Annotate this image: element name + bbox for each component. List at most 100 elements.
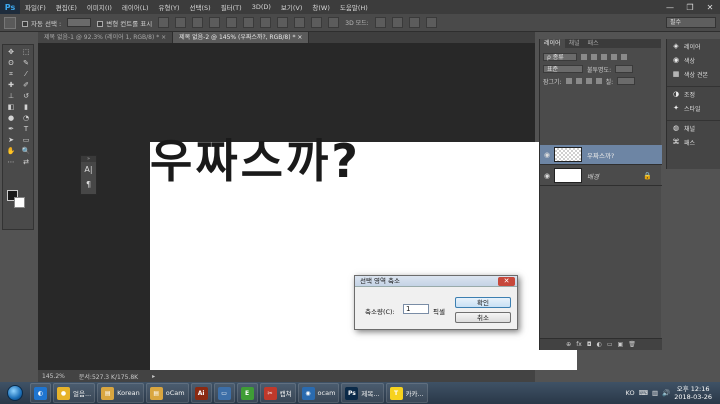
swap-colors-icon[interactable]: ⇄ <box>20 157 32 167</box>
clone-stamp-tool-icon[interactable]: ⊥ <box>5 91 17 101</box>
taskbar-item[interactable]: T 카카... <box>385 383 428 403</box>
link-layers-icon[interactable]: ⊕ <box>566 341 571 348</box>
new-group-icon[interactable]: ▭ <box>607 341 613 348</box>
workspace-select[interactable]: 필수 <box>666 17 716 28</box>
filter-type-icon[interactable] <box>601 54 607 60</box>
align-left-button[interactable] <box>209 17 221 28</box>
distribute-center-button[interactable] <box>328 17 340 28</box>
pen-tool-icon[interactable]: ✒ <box>5 124 17 134</box>
zoom-tool-icon[interactable]: 🔍 <box>20 146 32 156</box>
tab-document-2[interactable]: 제목 없음-2 @ 145% (우짜스까?, RGB/8) * × <box>173 32 310 43</box>
layer-style-icon[interactable]: fx <box>576 341 582 348</box>
filter-adjustment-icon[interactable] <box>591 54 597 60</box>
eyedropper-tool-icon[interactable]: ⁄ <box>20 69 32 79</box>
menu-select[interactable]: 선택(S) <box>185 2 216 12</box>
dock-channels[interactable]: ◍ 채널 <box>667 121 720 135</box>
move-tool-icon[interactable] <box>4 16 16 29</box>
layer-kind-filter[interactable]: ρ 종류 <box>543 53 577 61</box>
menu-filter[interactable]: 필터(T) <box>216 2 247 12</box>
distribute-middle-button[interactable] <box>277 17 289 28</box>
blend-mode-select[interactable]: 표준 <box>543 65 583 73</box>
align-bottom-button[interactable] <box>192 17 204 28</box>
taskbar-item[interactable]: E <box>236 383 258 403</box>
filter-pixel-icon[interactable] <box>581 54 587 60</box>
dodge-tool-icon[interactable]: ◔ <box>20 113 32 123</box>
background-color-swatch[interactable] <box>14 197 25 208</box>
opacity-field[interactable] <box>615 65 634 73</box>
filter-smart-icon[interactable] <box>621 54 627 60</box>
menu-help[interactable]: 도움말(H) <box>335 2 373 12</box>
add-mask-icon[interactable]: ◘ <box>587 341 592 348</box>
taskbar-item[interactable]: ▭ <box>213 383 235 403</box>
transform-controls-option[interactable]: 변형 컨트롤 표시 <box>97 18 152 28</box>
shape-tool-icon[interactable]: ▭ <box>20 135 32 145</box>
layer-row-background[interactable]: ◉ 배경 🔒 <box>540 166 662 186</box>
align-center-button[interactable] <box>226 17 238 28</box>
taskbar-item[interactable]: ▤ oCam <box>145 383 189 403</box>
minimize-button[interactable]: — <box>664 3 676 12</box>
visibility-eye-icon[interactable]: ◉ <box>540 172 554 180</box>
tab-layers[interactable]: 레이어 <box>540 39 565 48</box>
lock-transparent-icon[interactable] <box>565 78 572 84</box>
auto-select-option[interactable]: 자동 선택 : <box>22 18 61 28</box>
filter-shape-icon[interactable] <box>611 54 617 60</box>
lock-position-icon[interactable] <box>585 78 592 84</box>
status-menu-arrow-icon[interactable]: ▸ <box>152 373 155 380</box>
3d-pan-button[interactable] <box>408 17 420 28</box>
menu-type[interactable]: 유형(Y) <box>154 2 185 12</box>
extras-icon[interactable]: ⋯ <box>5 157 17 167</box>
tray-network-icon[interactable]: ▥ <box>652 389 658 397</box>
trash-icon[interactable]: 🗑 <box>628 341 636 348</box>
eraser-tool-icon[interactable]: ◧ <box>5 102 17 112</box>
healing-brush-tool-icon[interactable]: ✚ <box>5 80 17 90</box>
taskbar-item[interactable]: ✂ 캡쳐 <box>259 383 296 403</box>
auto-select-target-select[interactable] <box>67 18 92 27</box>
tray-volume-icon[interactable]: 🔊 <box>662 389 670 397</box>
move-tool-icon[interactable]: ✥ <box>5 47 17 57</box>
taskbar-item[interactable]: ▤ Korean <box>97 383 144 403</box>
paragraph-panel-icon[interactable]: ¶ <box>81 177 96 192</box>
close-icon[interactable]: × <box>161 34 166 41</box>
menu-view[interactable]: 보기(V) <box>276 2 307 12</box>
brush-tool-icon[interactable]: ✐ <box>20 80 32 90</box>
lock-all-icon[interactable] <box>595 78 602 84</box>
distribute-bottom-button[interactable] <box>294 17 306 28</box>
menu-layer[interactable]: 레이어(L) <box>117 2 154 12</box>
path-selection-tool-icon[interactable]: ➤ <box>5 135 17 145</box>
visibility-eye-icon[interactable]: ◉ <box>540 151 554 159</box>
menu-image[interactable]: 이미지(I) <box>82 2 117 12</box>
new-layer-icon[interactable]: ▣ <box>618 341 624 348</box>
close-button[interactable]: ✕ <box>704 3 716 12</box>
menu-3d[interactable]: 3D(D) <box>247 3 276 11</box>
marquee-tool-icon[interactable]: ⬚ <box>20 47 32 57</box>
taskbar-item[interactable]: ◉ ocam <box>297 383 340 403</box>
tray-keyboard-icon[interactable]: ⌨ <box>639 389 648 397</box>
blur-tool-icon[interactable]: ● <box>5 113 17 123</box>
align-middle-button[interactable] <box>175 17 187 28</box>
tab-document-1[interactable]: 제목 없음-1 @ 92.3% (레이어 1, RGB/8) * × <box>38 32 174 43</box>
type-tool-icon[interactable]: T <box>20 124 32 134</box>
character-panel-icon[interactable]: A| <box>81 162 96 177</box>
taskbar-item[interactable]: ◐ <box>30 383 51 403</box>
layer-name[interactable]: 우짜스까? <box>587 150 614 160</box>
dock-layers[interactable]: ◈ 레이어 <box>667 39 720 53</box>
menu-edit[interactable]: 편집(E) <box>51 2 82 12</box>
ime-indicator[interactable]: KO <box>626 389 635 397</box>
dock-swatches[interactable]: ▦ 색상 견본 <box>667 67 720 81</box>
taskbar-clock[interactable]: 오후 12:16 2018-03-26 <box>674 385 712 401</box>
history-brush-tool-icon[interactable]: ↺ <box>20 91 32 101</box>
hand-tool-icon[interactable]: ✋ <box>5 146 17 156</box>
align-top-button[interactable] <box>158 17 170 28</box>
start-button[interactable] <box>0 382 30 404</box>
dock-paths[interactable]: ⌘ 패스 <box>667 135 720 149</box>
tab-paths[interactable]: 패스 <box>584 39 603 48</box>
adjustment-layer-icon[interactable]: ◐ <box>597 341 602 348</box>
menu-file[interactable]: 파일(F) <box>20 2 51 12</box>
lock-image-icon[interactable] <box>575 78 582 84</box>
transform-controls-checkbox[interactable] <box>97 20 104 27</box>
dock-color[interactable]: ◉ 색상 <box>667 53 720 67</box>
dock-styles[interactable]: ✦ 스타일 <box>667 101 720 115</box>
layer-name[interactable]: 배경 <box>587 171 599 181</box>
dialog-close-button[interactable]: ✕ <box>498 277 515 286</box>
auto-select-checkbox[interactable] <box>22 20 28 27</box>
